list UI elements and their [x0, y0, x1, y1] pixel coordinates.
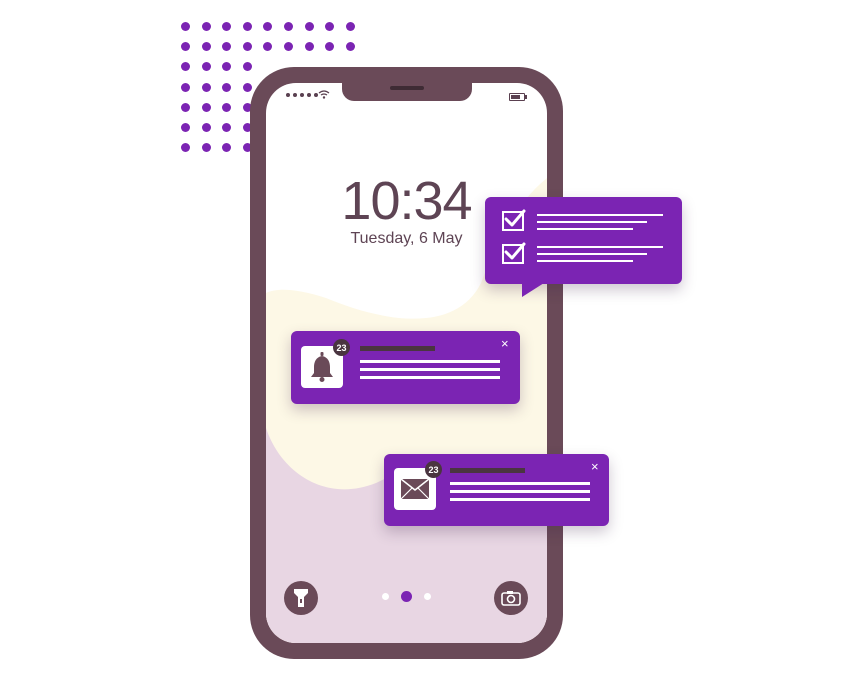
decorative-dot: [345, 22, 355, 31]
decorative-dot: [201, 42, 211, 52]
decorative-dot: [201, 123, 211, 132]
decorative-dot: [222, 42, 232, 52]
notification-title-line: [360, 346, 435, 351]
decorative-dot: [284, 42, 293, 52]
notification-badge: 23: [425, 461, 442, 478]
decorative-dot: [222, 143, 232, 153]
decorative-dot: [304, 22, 314, 31]
bubble-tail: [522, 283, 544, 297]
decorative-dot: [201, 22, 211, 31]
checkbox-1[interactable]: [502, 209, 526, 231]
notification-title-line: [450, 468, 525, 473]
notification-badge: 23: [333, 339, 350, 356]
close-icon[interactable]: ×: [501, 337, 509, 350]
decorative-dot: [222, 62, 232, 72]
decorative-dot: [325, 22, 335, 31]
checklist-line: [537, 253, 647, 255]
decorative-dot: [201, 143, 211, 153]
decorative-dot: [181, 123, 190, 132]
camera-button[interactable]: [494, 581, 528, 615]
mail-icon: [400, 478, 430, 500]
decorative-dot: [304, 42, 314, 52]
camera-icon: [501, 591, 521, 606]
decorative-dot: [201, 102, 211, 112]
page-dot-2-active[interactable]: [401, 591, 412, 602]
signal-icon: [286, 93, 318, 97]
decorative-dot: [181, 143, 190, 153]
flashlight-icon: [294, 589, 308, 607]
checklist-line: [537, 228, 633, 230]
checkmark-icon: [504, 242, 526, 260]
decorative-dot: [345, 42, 355, 52]
wifi-icon: [318, 90, 330, 99]
decorative-dot: [222, 123, 232, 132]
checkmark-icon: [504, 209, 526, 227]
decorative-dot: [242, 62, 252, 72]
notification-text-line: [360, 376, 500, 379]
bell-icon: [311, 352, 333, 382]
decorative-dot: [263, 42, 273, 52]
notification-card-bell[interactable]: 23 ×: [291, 331, 520, 404]
decorative-dot: [201, 82, 211, 92]
flashlight-button[interactable]: [284, 581, 318, 615]
decorative-dot: [242, 42, 252, 52]
decorative-dot: [201, 62, 211, 72]
battery-icon: [509, 93, 527, 101]
decorative-dot: [222, 22, 232, 31]
notification-text-line: [360, 368, 500, 371]
decorative-dot: [181, 22, 190, 31]
decorative-dot: [222, 102, 232, 112]
decorative-dot: [263, 22, 273, 31]
decorative-dot: [181, 62, 190, 72]
decorative-dot: [284, 22, 293, 31]
notification-text-line: [450, 490, 590, 493]
decorative-dot: [181, 42, 190, 52]
checklist-line: [537, 260, 633, 262]
decorative-dot: [325, 42, 335, 52]
page-indicator[interactable]: [382, 591, 431, 602]
checklist-bubble[interactable]: [485, 197, 682, 297]
checklist-line: [537, 246, 663, 248]
decorative-dot: [222, 82, 232, 92]
notification-text-line: [360, 360, 500, 363]
notification-card-mail[interactable]: 23 ×: [384, 454, 609, 526]
checkbox-2[interactable]: [502, 242, 526, 264]
decorative-dot: [242, 22, 252, 31]
speaker: [390, 86, 424, 90]
decorative-dot: [181, 102, 190, 112]
page-dot-1[interactable]: [382, 593, 389, 600]
notch: [342, 83, 472, 101]
notification-text-line: [450, 498, 590, 501]
checklist-line: [537, 221, 647, 223]
decorative-dot: [181, 82, 190, 92]
page-dot-3[interactable]: [424, 593, 431, 600]
checklist-line: [537, 214, 663, 216]
decorative-dot: [242, 82, 252, 92]
close-icon[interactable]: ×: [591, 460, 599, 473]
notification-text-line: [450, 482, 590, 485]
